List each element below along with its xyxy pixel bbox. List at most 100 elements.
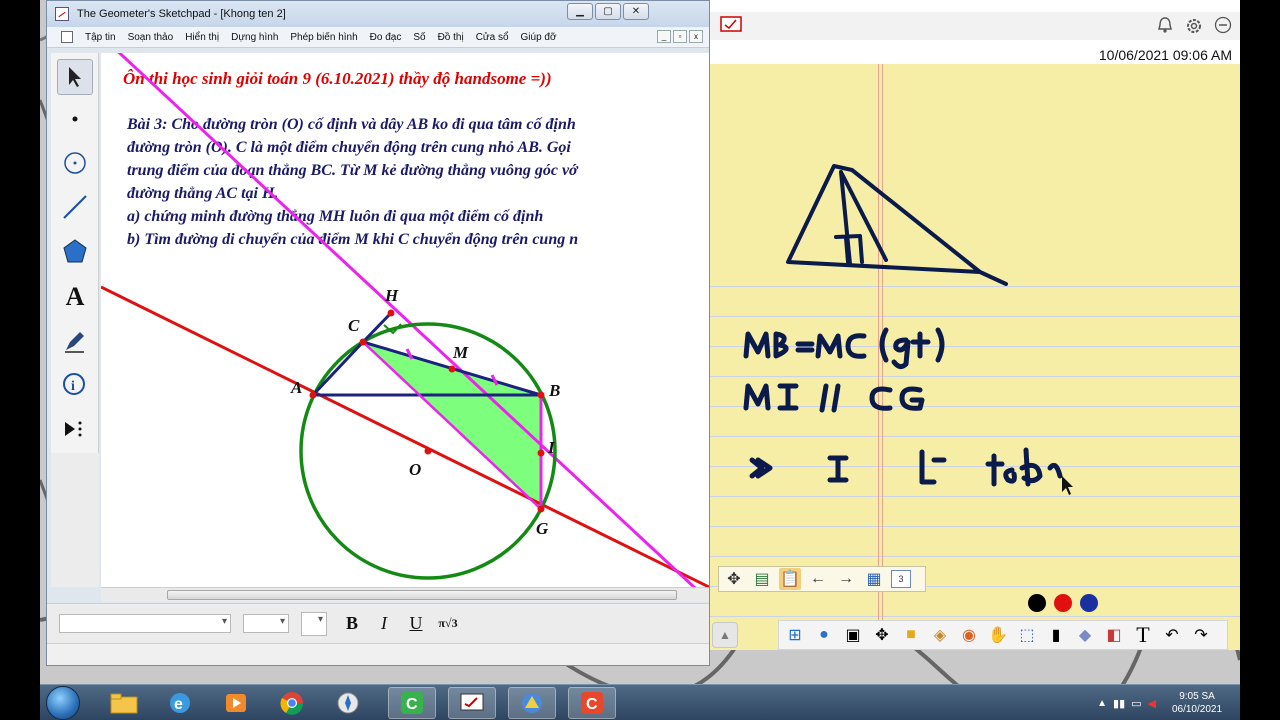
add-page-icon[interactable]: ▦ bbox=[863, 568, 885, 590]
bell-icon[interactable] bbox=[1156, 16, 1174, 34]
custom-tool[interactable] bbox=[57, 411, 93, 447]
svg-text:e: e bbox=[174, 696, 183, 713]
minus-circle-icon[interactable] bbox=[1214, 16, 1232, 34]
gear-icon[interactable] bbox=[1184, 16, 1204, 36]
taskbar-media-player[interactable] bbox=[212, 687, 260, 719]
battery-icon[interactable]: ▭ bbox=[1131, 697, 1141, 710]
bold-button[interactable]: B bbox=[339, 611, 365, 637]
underline-button[interactable]: U bbox=[403, 611, 429, 637]
whiteboard-icon[interactable] bbox=[720, 16, 742, 34]
image-insert-icon[interactable]: ▲ bbox=[712, 622, 738, 648]
maximize-button[interactable]: ▢ bbox=[595, 3, 621, 20]
point-b[interactable] bbox=[537, 391, 545, 399]
hand-icon[interactable]: ✋ bbox=[986, 623, 1010, 647]
menu-window[interactable]: Cửa sổ bbox=[470, 32, 515, 43]
point-o[interactable] bbox=[424, 447, 432, 455]
horizontal-scrollbar[interactable] bbox=[101, 587, 709, 602]
text-tool-icon[interactable]: T bbox=[1131, 622, 1155, 647]
taskbar-compass-app[interactable] bbox=[324, 687, 372, 719]
notepad-area[interactable] bbox=[710, 64, 1240, 650]
start-button[interactable] bbox=[46, 686, 80, 720]
clipboard-icon[interactable]: 📋 bbox=[779, 568, 801, 590]
next-page-arrow-icon[interactable]: → bbox=[835, 568, 857, 590]
menu-edit[interactable]: Soạn thảo bbox=[122, 32, 180, 43]
menu-file[interactable]: Tập tin bbox=[79, 32, 122, 43]
taskbar-chrome[interactable] bbox=[268, 687, 316, 719]
sketchpad-app-icon bbox=[55, 7, 69, 21]
move-arrows-icon[interactable]: ✥ bbox=[723, 568, 745, 590]
taskbar-camtasia[interactable]: C bbox=[388, 687, 436, 719]
point-h[interactable] bbox=[387, 309, 395, 317]
menu-bar: Tập tin Soạn thảo Hiển thị Dựng hình Phé… bbox=[47, 27, 709, 48]
point-icon bbox=[72, 116, 78, 122]
folder-icon[interactable]: ■ bbox=[899, 623, 923, 647]
color-select[interactable] bbox=[301, 611, 327, 636]
text-tool[interactable]: A bbox=[57, 279, 93, 315]
menu-display[interactable]: Hiển thị bbox=[179, 32, 225, 43]
previous-page-arrow-icon[interactable]: ← bbox=[807, 568, 829, 590]
marker-icon[interactable]: ▮ bbox=[1044, 623, 1068, 647]
undo-icon[interactable]: ↶ bbox=[1160, 623, 1184, 647]
tray-arrow-icon[interactable]: ▲ bbox=[1097, 698, 1107, 709]
network-icon[interactable]: ▮▮ bbox=[1113, 697, 1125, 710]
menu-number[interactable]: Số bbox=[407, 32, 431, 43]
volume-icon[interactable]: ◀ bbox=[1148, 697, 1156, 710]
point-a[interactable] bbox=[309, 391, 317, 399]
taskbar-explorer[interactable] bbox=[100, 687, 148, 719]
math-format-button[interactable]: π√3 bbox=[435, 611, 461, 637]
taskbar-ie[interactable]: e bbox=[156, 687, 204, 719]
line-segment-icon bbox=[63, 195, 87, 219]
point-m[interactable] bbox=[448, 365, 456, 373]
point-i[interactable] bbox=[537, 449, 545, 457]
menu-transform[interactable]: Phép biến hình bbox=[284, 32, 363, 43]
close-button[interactable]: ✕ bbox=[623, 3, 649, 20]
pen-color-red[interactable] bbox=[1054, 594, 1072, 612]
doc-restore-button[interactable]: ▫ bbox=[673, 30, 687, 43]
arrow-icon bbox=[69, 67, 81, 87]
svg-text:C: C bbox=[586, 696, 598, 713]
marker-icon bbox=[65, 332, 84, 353]
label-h: H bbox=[384, 286, 399, 305]
point-tool[interactable] bbox=[57, 101, 93, 137]
point-c[interactable] bbox=[359, 338, 367, 346]
taskbar-sketchpad[interactable] bbox=[508, 687, 556, 719]
palette-icon[interactable]: ◉ bbox=[957, 623, 981, 647]
straightedge-tool[interactable] bbox=[57, 189, 93, 225]
italic-button[interactable]: I bbox=[371, 611, 397, 637]
sketch-canvas[interactable]: Ôn thi học sinh giỏi toán 9 (6.10.2021) … bbox=[101, 53, 709, 587]
pen-color-black[interactable] bbox=[1028, 594, 1046, 612]
people-icon[interactable]: ● bbox=[812, 623, 836, 647]
package-icon[interactable]: ◈ bbox=[928, 623, 952, 647]
scrollbar-thumb[interactable] bbox=[167, 590, 677, 600]
menu-measure[interactable]: Đo đạc bbox=[364, 32, 408, 43]
doc-close-button[interactable]: x bbox=[689, 30, 703, 43]
select-icon[interactable]: ⬚ bbox=[1015, 623, 1039, 647]
point-g[interactable] bbox=[537, 505, 545, 513]
pen-color-blue[interactable] bbox=[1080, 594, 1098, 612]
minimize-button[interactable]: ▁ bbox=[567, 3, 593, 20]
menu-graph[interactable]: Đồ thị bbox=[432, 32, 470, 43]
doc-minimize-button[interactable]: _ bbox=[657, 30, 671, 43]
windows-icon[interactable]: ⊞ bbox=[783, 623, 807, 647]
document-icon[interactable] bbox=[61, 31, 73, 43]
menu-construct[interactable]: Dựng hình bbox=[225, 32, 284, 43]
size-select[interactable] bbox=[243, 614, 289, 633]
polygon-icon bbox=[63, 239, 87, 263]
information-tool[interactable]: i bbox=[57, 367, 93, 403]
compass-tool[interactable] bbox=[57, 145, 93, 181]
taskbar-camtasia-recorder[interactable]: C bbox=[568, 687, 616, 719]
font-select[interactable] bbox=[59, 614, 231, 633]
board-list-icon[interactable]: ▤ bbox=[751, 568, 773, 590]
arrow-tool[interactable] bbox=[57, 59, 93, 95]
polygon-tool[interactable] bbox=[57, 233, 93, 269]
marker-tool[interactable] bbox=[57, 323, 93, 359]
menu-help[interactable]: Giúp đỡ bbox=[515, 32, 563, 43]
page-number-badge[interactable]: 3 bbox=[891, 570, 911, 588]
screenshot-icon[interactable]: ▣ bbox=[841, 623, 865, 647]
taskbar-clock[interactable]: 9:05 SA 06/10/2021 bbox=[1162, 690, 1232, 716]
move-icon[interactable]: ✥ bbox=[870, 623, 894, 647]
taskbar-whiteboard[interactable] bbox=[448, 687, 496, 719]
eraser-icon[interactable]: ◆ bbox=[1073, 623, 1097, 647]
shapes-icon[interactable]: ◧ bbox=[1102, 623, 1126, 647]
redo-icon[interactable]: ↷ bbox=[1189, 623, 1213, 647]
